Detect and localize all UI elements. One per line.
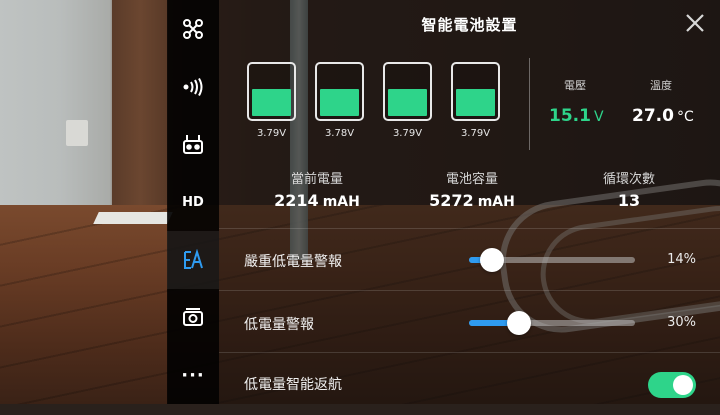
- battery-cells: 3.79V 3.78V 3.79V 3.79V: [247, 62, 519, 139]
- temperature-value: 27.0 °C: [632, 106, 694, 126]
- low-battery-row: 低電量警報 30%: [219, 290, 720, 353]
- drone-icon: [182, 18, 204, 40]
- remote-controller-icon: [182, 133, 204, 155]
- battery-cell: 3.78V: [315, 62, 364, 139]
- cycles-value: 13: [617, 191, 641, 210]
- voltage-label: 電壓: [564, 79, 586, 92]
- voltage-value: 15.1 V: [549, 106, 604, 126]
- capacity-value: 5272 mAH: [429, 191, 515, 210]
- critical-battery-label: 嚴重低電量警報: [244, 254, 342, 270]
- critical-battery-row: 嚴重低電量警報 14%: [219, 228, 720, 291]
- sidebar-item-camera[interactable]: [167, 289, 219, 347]
- battery-cell: 3.79V: [451, 62, 500, 139]
- low-battery-value: 30%: [667, 315, 696, 330]
- critical-battery-slider[interactable]: [469, 248, 635, 272]
- smart-rth-label: 低電量智能返航: [244, 377, 342, 393]
- cycles-label: 循環次數: [602, 172, 655, 187]
- cell-voltage: 3.78V: [324, 128, 355, 139]
- battery-cell: 3.79V: [383, 62, 432, 139]
- cell-level: [388, 88, 427, 116]
- cell-level: [456, 88, 495, 116]
- low-battery-label: 低電量警報: [244, 317, 314, 333]
- sidebar-item-signal[interactable]: [167, 58, 219, 116]
- cell-gauge: [451, 62, 500, 121]
- cell-level: [252, 88, 291, 116]
- divider: [529, 58, 530, 150]
- sidebar-item-more[interactable]: ···: [167, 346, 219, 404]
- camera-settings-icon: [182, 307, 204, 327]
- smart-rth-row: 低電量智能返航: [219, 352, 720, 415]
- sidebar-item-remote[interactable]: [167, 115, 219, 173]
- capacity-label: 電池容量: [445, 172, 498, 187]
- battery-settings-icon: [182, 248, 204, 271]
- cell-voltage: 3.79V: [392, 128, 423, 139]
- smart-rth-toggle[interactable]: [648, 372, 696, 398]
- low-battery-slider[interactable]: [469, 311, 635, 335]
- toggle-knob: [673, 375, 693, 395]
- battery-settings-panel: 智能電池設置 3.79V 3.78V 3.79V 3.79V 電壓 溫度 15.…: [219, 0, 720, 404]
- page-title: 智能電池設置: [421, 16, 518, 34]
- cell-gauge: [247, 62, 296, 121]
- sidebar-item-hd[interactable]: HD: [167, 173, 219, 231]
- cell-level: [320, 88, 359, 116]
- sidebar-item-battery[interactable]: [167, 230, 219, 289]
- cell-gauge: [315, 62, 364, 121]
- hd-icon: HD: [182, 194, 204, 210]
- close-button[interactable]: [684, 12, 706, 34]
- cell-voltage: 3.79V: [256, 128, 287, 139]
- current-charge-value: 2214 mAH: [274, 191, 360, 210]
- current-charge-label: 當前電量: [290, 172, 343, 187]
- settings-sidebar: HD ···: [167, 0, 219, 404]
- critical-battery-value: 14%: [667, 252, 696, 267]
- slider-handle[interactable]: [480, 248, 505, 272]
- cell-voltage: 3.79V: [460, 128, 491, 139]
- close-icon: [684, 14, 706, 38]
- signal-icon: [181, 77, 205, 96]
- background-router: [93, 212, 173, 224]
- sidebar-item-aircraft[interactable]: [167, 0, 219, 58]
- slider-handle[interactable]: [506, 311, 531, 335]
- background-outlet: [66, 120, 88, 146]
- cell-gauge: [383, 62, 432, 121]
- more-icon: ···: [181, 364, 205, 386]
- battery-cell: 3.79V: [247, 62, 296, 139]
- temperature-label: 溫度: [650, 79, 672, 92]
